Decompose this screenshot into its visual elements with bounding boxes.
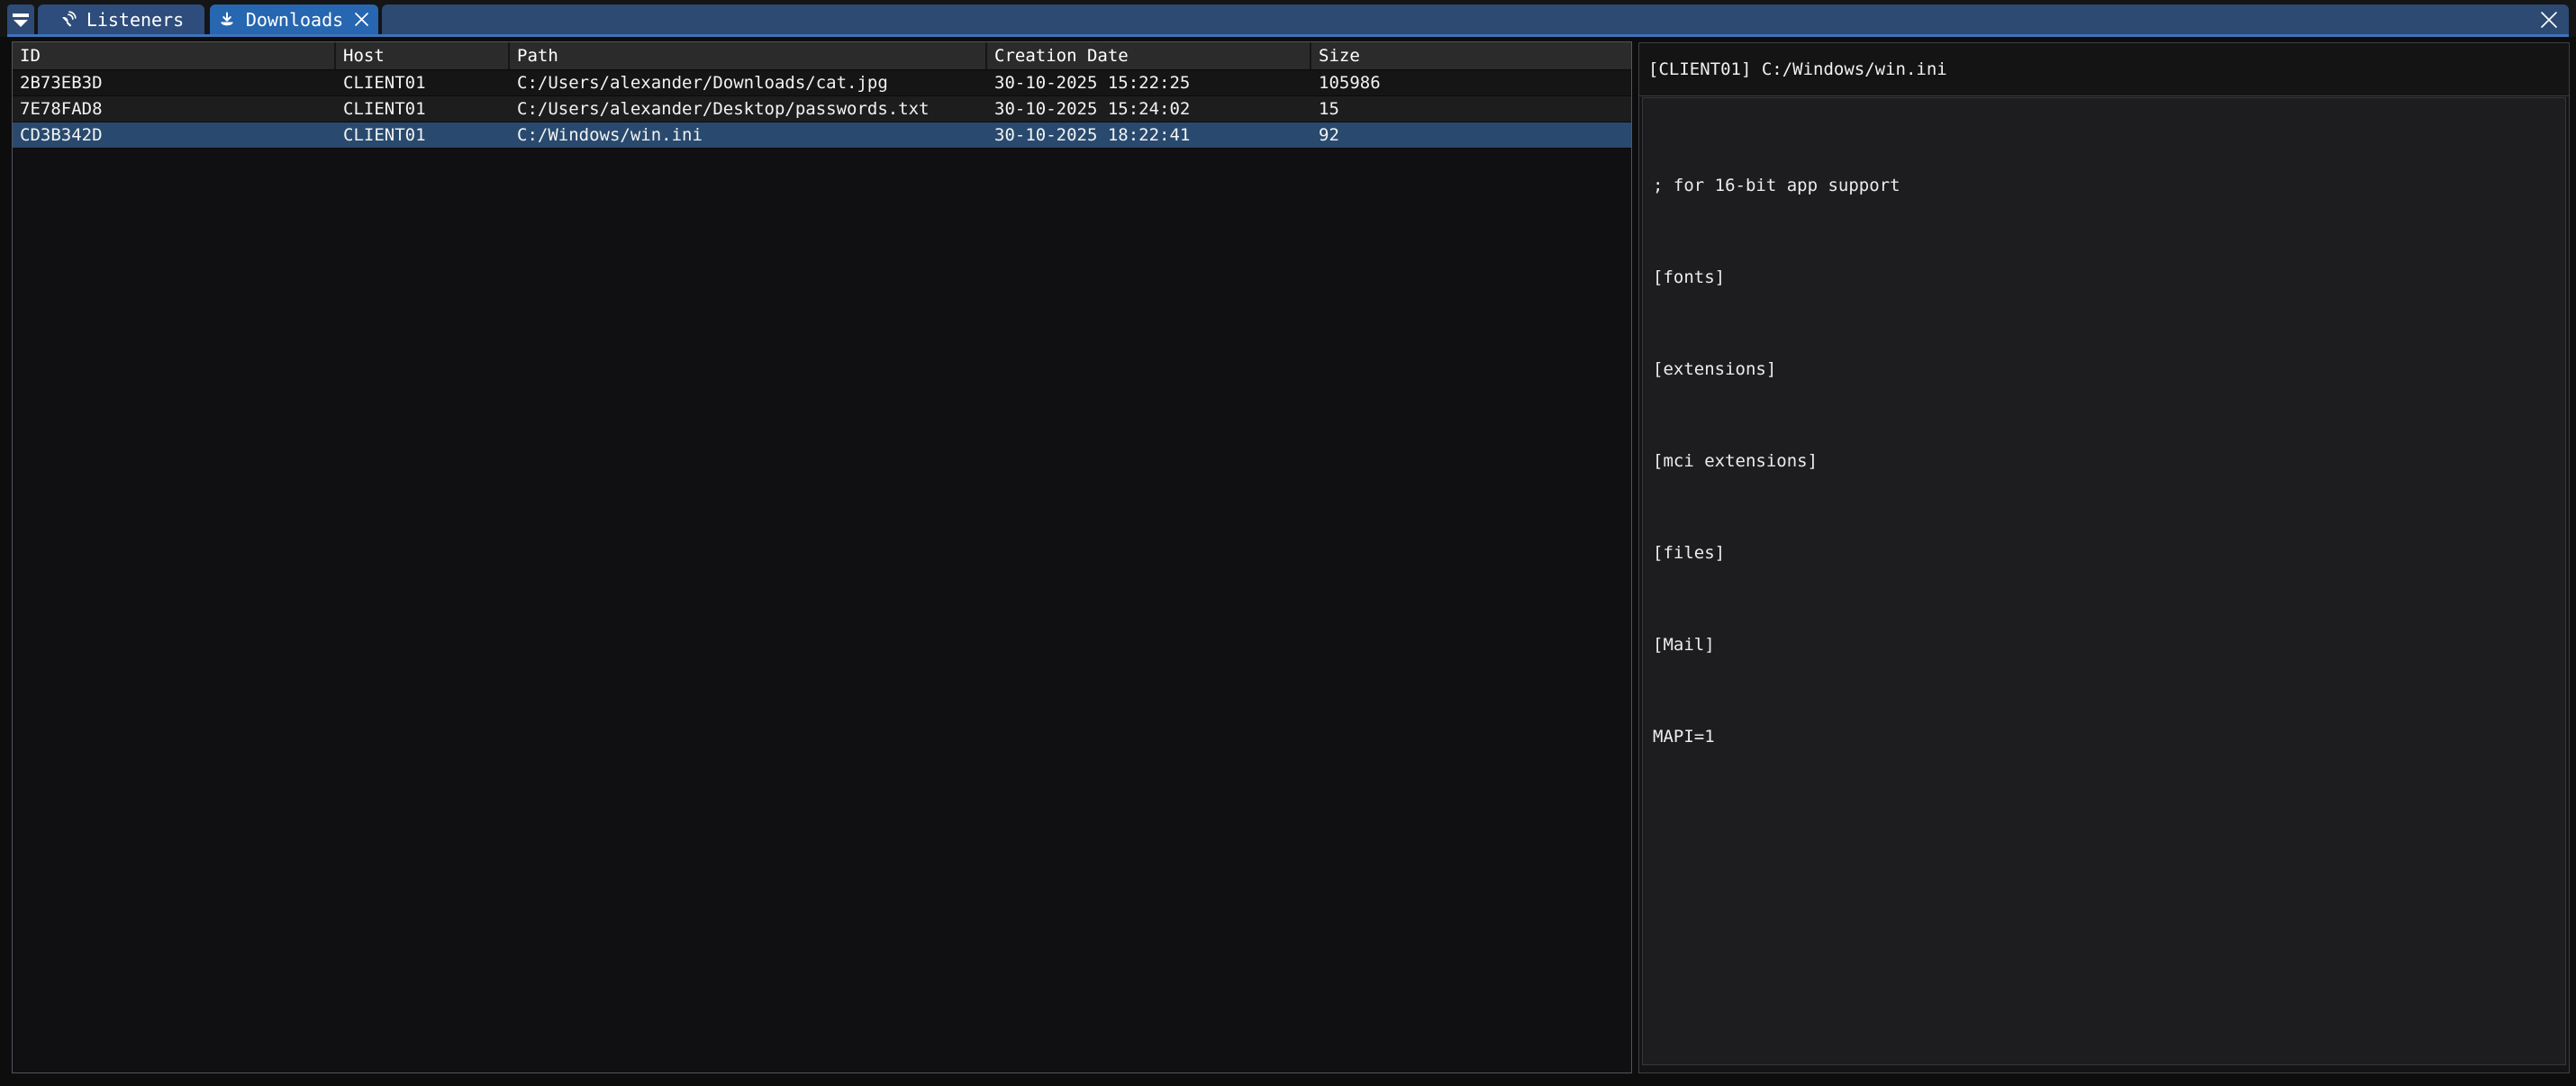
column-header-creation-date[interactable]: Creation Date (987, 42, 1311, 69)
cell-size[interactable]: 105986 (1311, 70, 1631, 95)
table-row[interactable]: 2B73EB3D CLIENT01 C:/Users/alexander/Dow… (13, 70, 1631, 96)
column-header-id[interactable]: ID (13, 42, 336, 69)
tab-downloads-label: Downloads (246, 9, 343, 31)
cell-path[interactable]: C:/Windows/win.ini (510, 122, 987, 148)
column-header-host[interactable]: Host (336, 42, 510, 69)
cell-id[interactable]: CD3B342D (13, 122, 336, 148)
cell-host[interactable]: CLIENT01 (336, 96, 510, 122)
cell-path[interactable]: C:/Users/alexander/Desktop/passwords.txt (510, 96, 987, 122)
cell-id[interactable]: 2B73EB3D (13, 70, 336, 95)
file-preview-panel: [CLIENT01] C:/Windows/win.ini ; for 16-b… (1638, 42, 2570, 1073)
panel-close-button[interactable] (2538, 9, 2560, 31)
cell-id[interactable]: 7E78FAD8 (13, 96, 336, 122)
cell-creation-date[interactable]: 30-10-2025 18:22:41 (987, 122, 1311, 148)
cell-creation-date[interactable]: 30-10-2025 15:24:02 (987, 96, 1311, 122)
tab-overflow-button[interactable] (7, 5, 34, 34)
table-header-row: ID Host Path Creation Date Size (13, 42, 1631, 70)
file-preview-line: [extensions] (1653, 354, 2555, 385)
downloads-table: ID Host Path Creation Date Size 2B73EB3D… (12, 41, 1632, 1073)
satellite-dish-icon (59, 11, 77, 29)
app-window: Listeners Downloads (0, 0, 2576, 1086)
download-icon (218, 11, 236, 29)
tab-overflow-icon (11, 12, 31, 28)
tab-bar: Listeners Downloads (0, 0, 2576, 37)
table-row[interactable]: 7E78FAD8 CLIENT01 C:/Users/alexander/Des… (13, 96, 1631, 122)
tab-listeners[interactable]: Listeners (38, 5, 204, 34)
tab-bar-underline (7, 34, 2569, 37)
file-preview-line: [Mail] (1653, 629, 2555, 660)
tab-downloads[interactable]: Downloads (210, 5, 378, 34)
file-preview-line: ; for 16-bit app support (1653, 170, 2555, 201)
cell-size[interactable]: 15 (1311, 96, 1631, 122)
tab-bar-filler (382, 5, 2569, 34)
cell-host[interactable]: CLIENT01 (336, 70, 510, 95)
file-preview-line: MAPI=1 (1653, 721, 2555, 752)
tab-listeners-label: Listeners (86, 9, 184, 31)
file-preview-content: ; for 16-bit app support [fonts] [extens… (1642, 97, 2566, 1065)
file-preview-line: [mci extensions] (1653, 446, 2555, 476)
column-header-size[interactable]: Size (1311, 42, 1631, 69)
cell-host[interactable]: CLIENT01 (336, 122, 510, 148)
cell-path[interactable]: C:/Users/alexander/Downloads/cat.jpg (510, 70, 987, 95)
table-row-selected[interactable]: CD3B342D CLIENT01 C:/Windows/win.ini 30-… (13, 122, 1631, 149)
tab-close-button[interactable] (353, 11, 370, 28)
file-preview-title: [CLIENT01] C:/Windows/win.ini (1639, 43, 2569, 96)
cell-size[interactable]: 92 (1311, 122, 1631, 148)
cell-creation-date[interactable]: 30-10-2025 15:22:25 (987, 70, 1311, 95)
column-header-path[interactable]: Path (510, 42, 987, 69)
file-preview-line: [files] (1653, 538, 2555, 568)
file-preview-line: [fonts] (1653, 262, 2555, 293)
